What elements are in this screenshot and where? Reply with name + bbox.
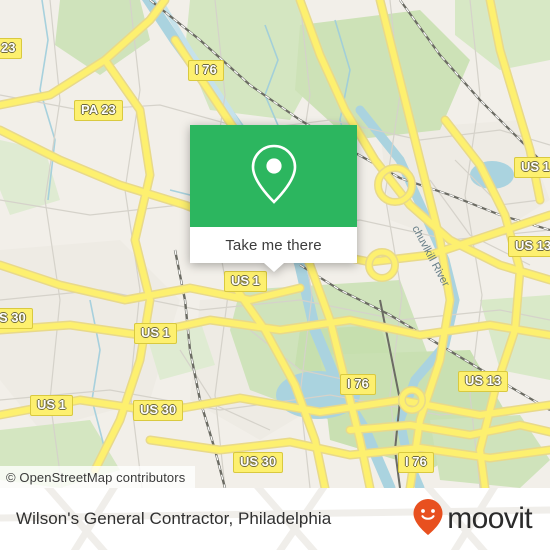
shield-i-76-bottom: I 76 — [398, 452, 434, 473]
map-pin-icon — [248, 142, 300, 211]
shield-i-76-south: I 76 — [340, 374, 376, 395]
take-me-there-button[interactable]: Take me there — [225, 237, 321, 254]
shield-us-1-southwest: US 1 — [30, 395, 73, 416]
popup-pointer-tail — [263, 263, 284, 272]
popup-header — [190, 125, 357, 227]
place-name-label: Wilson's General Contractor, Philadelphi… — [16, 509, 332, 528]
shield-us-1-west: US 1 — [134, 323, 177, 344]
shield-i-76-north: I 76 — [188, 60, 224, 81]
shield-us-13-south: US 13 — [458, 371, 509, 392]
moovit-brand[interactable]: moovit — [412, 498, 533, 541]
popup-footer[interactable]: Take me there — [190, 227, 357, 272]
shield-us-13-east: US 13 — [508, 236, 550, 257]
destination-popup-card[interactable]: Take me there — [190, 125, 357, 272]
shield-us-1-center: US 1 — [224, 271, 267, 292]
attribution-text: © OpenStreetMap contributors — [6, 469, 186, 485]
footer-bar: Wilson's General Contractor, Philadelphi… — [0, 488, 550, 550]
shield-us-1-east: US 1 — [514, 157, 550, 178]
map-attribution: © OpenStreetMap contributors — [0, 466, 196, 488]
moovit-map-screen: chuvlkill River 23 PA 23 I 76 US 1 US 13 US 1… — [0, 0, 550, 550]
moovit-smiley-pin-icon — [412, 498, 444, 541]
shield-us-30-edge: S 30 — [0, 308, 33, 329]
shield-pa-23-edge: 23 — [0, 38, 23, 59]
shield-us-30-south: US 30 — [133, 400, 184, 421]
shield-us-30-bottom: US 30 — [233, 452, 284, 473]
moovit-wordmark: moovit — [447, 502, 532, 535]
shield-pa-23: PA 23 — [74, 100, 123, 121]
